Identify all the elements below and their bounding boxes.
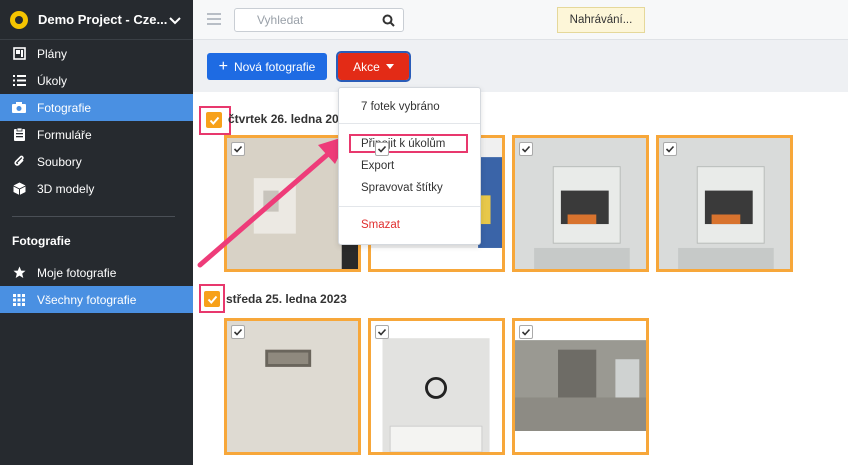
- photo-checkbox[interactable]: [375, 325, 389, 339]
- sidebar-item-plany[interactable]: Plány: [0, 40, 193, 67]
- sidebar-item-formulare[interactable]: Formuláře: [0, 121, 193, 148]
- sidebar-item-label: Formuláře: [37, 127, 92, 142]
- selected-count-label: 7 fotek vybráno: [361, 101, 440, 113]
- tasks-icon: [12, 74, 26, 88]
- menu-divider: [339, 206, 480, 207]
- sidebar-item-3d-modely[interactable]: 3D modely: [0, 175, 193, 202]
- search-icon[interactable]: [382, 14, 395, 27]
- search-input[interactable]: [235, 9, 370, 31]
- sidebar-item-fotografie[interactable]: Fotografie: [0, 94, 193, 121]
- project-switcher[interactable]: Demo Project - Cze...: [0, 0, 193, 40]
- sidebar-item-label: Soubory: [37, 154, 82, 169]
- check-icon: [209, 116, 219, 125]
- menu-divider: [339, 123, 480, 124]
- menu-item-manage-tags[interactable]: Spravovat štítky: [361, 182, 443, 194]
- star-icon: [12, 266, 26, 280]
- photo-image: [515, 321, 646, 452]
- photo-thumbnail[interactable]: [512, 318, 649, 455]
- photo-checkbox[interactable]: [231, 325, 245, 339]
- sidebar-item-label: 3D modely: [37, 181, 95, 196]
- sidebar-item-vsechny-fotografie[interactable]: Všechny fotografie: [0, 286, 193, 313]
- new-photo-button[interactable]: + Nová fotografie: [207, 53, 327, 80]
- sidebar-divider: [12, 216, 175, 217]
- check-icon: [377, 145, 387, 153]
- check-icon: [233, 145, 243, 153]
- plus-icon: +: [218, 57, 228, 75]
- sidebar-item-label: Plány: [37, 46, 68, 61]
- photo-checkbox[interactable]: [663, 142, 677, 156]
- photo-thumbnail[interactable]: [512, 135, 649, 272]
- photo-image: [227, 321, 358, 452]
- hamburger-menu-icon[interactable]: [207, 13, 221, 28]
- photo-checkbox[interactable]: [519, 142, 533, 156]
- check-icon: [521, 145, 531, 153]
- photo-thumbnail[interactable]: [656, 135, 793, 272]
- sidebar-item-moje-fotografie[interactable]: Moje fotografie: [0, 259, 193, 286]
- group-date-label: středa 25. ledna 2023: [226, 292, 347, 306]
- project-name: Demo Project - Cze...: [38, 12, 167, 27]
- project-logo-icon: [10, 10, 28, 29]
- menu-item-delete[interactable]: Smazat: [361, 219, 400, 231]
- photo-image: [659, 138, 790, 269]
- photo-checkbox[interactable]: [519, 325, 533, 339]
- photo-checkbox[interactable]: [231, 142, 245, 156]
- paperclip-icon: [12, 155, 26, 169]
- new-photo-label: Nová fotografie: [233, 59, 316, 74]
- plans-icon: [12, 47, 26, 61]
- caret-down-icon: [385, 64, 394, 69]
- photo-thumbnail[interactable]: [224, 318, 361, 455]
- grid-icon: [12, 293, 26, 307]
- cube-icon: [12, 182, 26, 196]
- photo-image: [515, 138, 646, 269]
- check-icon: [521, 328, 531, 336]
- sidebar-item-label: Fotografie: [37, 100, 92, 115]
- sidebar-item-soubory[interactable]: Soubory: [0, 148, 193, 175]
- top-bar: Nahrávání...: [193, 0, 848, 40]
- check-icon: [665, 145, 675, 153]
- sidebar-item-label: Moje fotografie: [37, 265, 117, 280]
- actions-label: Akce: [353, 59, 380, 74]
- sidebar-item-label: Úkoly: [37, 73, 68, 88]
- photo-thumbnail[interactable]: [368, 318, 505, 455]
- photo-checkbox[interactable]: [375, 142, 389, 156]
- group-date-label: čtvrtek 26. ledna 2023: [228, 112, 353, 126]
- camera-icon: [12, 101, 26, 115]
- group-select-checkbox[interactable]: [204, 291, 220, 307]
- upload-status[interactable]: Nahrávání...: [557, 7, 645, 33]
- menu-item-attach-to-tasks[interactable]: Připojit k úkolům: [361, 138, 445, 150]
- photo-image: [371, 321, 502, 452]
- group-select-checkbox[interactable]: [206, 112, 222, 128]
- sidebar-section-title: Fotografie: [12, 234, 71, 248]
- chevron-down-icon[interactable]: [167, 12, 183, 28]
- forms-icon: [12, 128, 26, 142]
- actions-dropdown-menu: 7 fotek vybráno Připojit k úkolům Export…: [338, 87, 481, 245]
- sidebar-item-label: Všechny fotografie: [37, 292, 137, 307]
- search-box: [234, 8, 404, 32]
- check-icon: [233, 328, 243, 336]
- menu-item-export[interactable]: Export: [361, 160, 394, 172]
- sidebar: Demo Project - Cze... Plány Úkoly Fotogr…: [0, 0, 193, 465]
- check-icon: [207, 295, 217, 304]
- check-icon: [377, 328, 387, 336]
- sidebar-item-ukoly[interactable]: Úkoly: [0, 67, 193, 94]
- actions-button[interactable]: Akce: [336, 51, 411, 82]
